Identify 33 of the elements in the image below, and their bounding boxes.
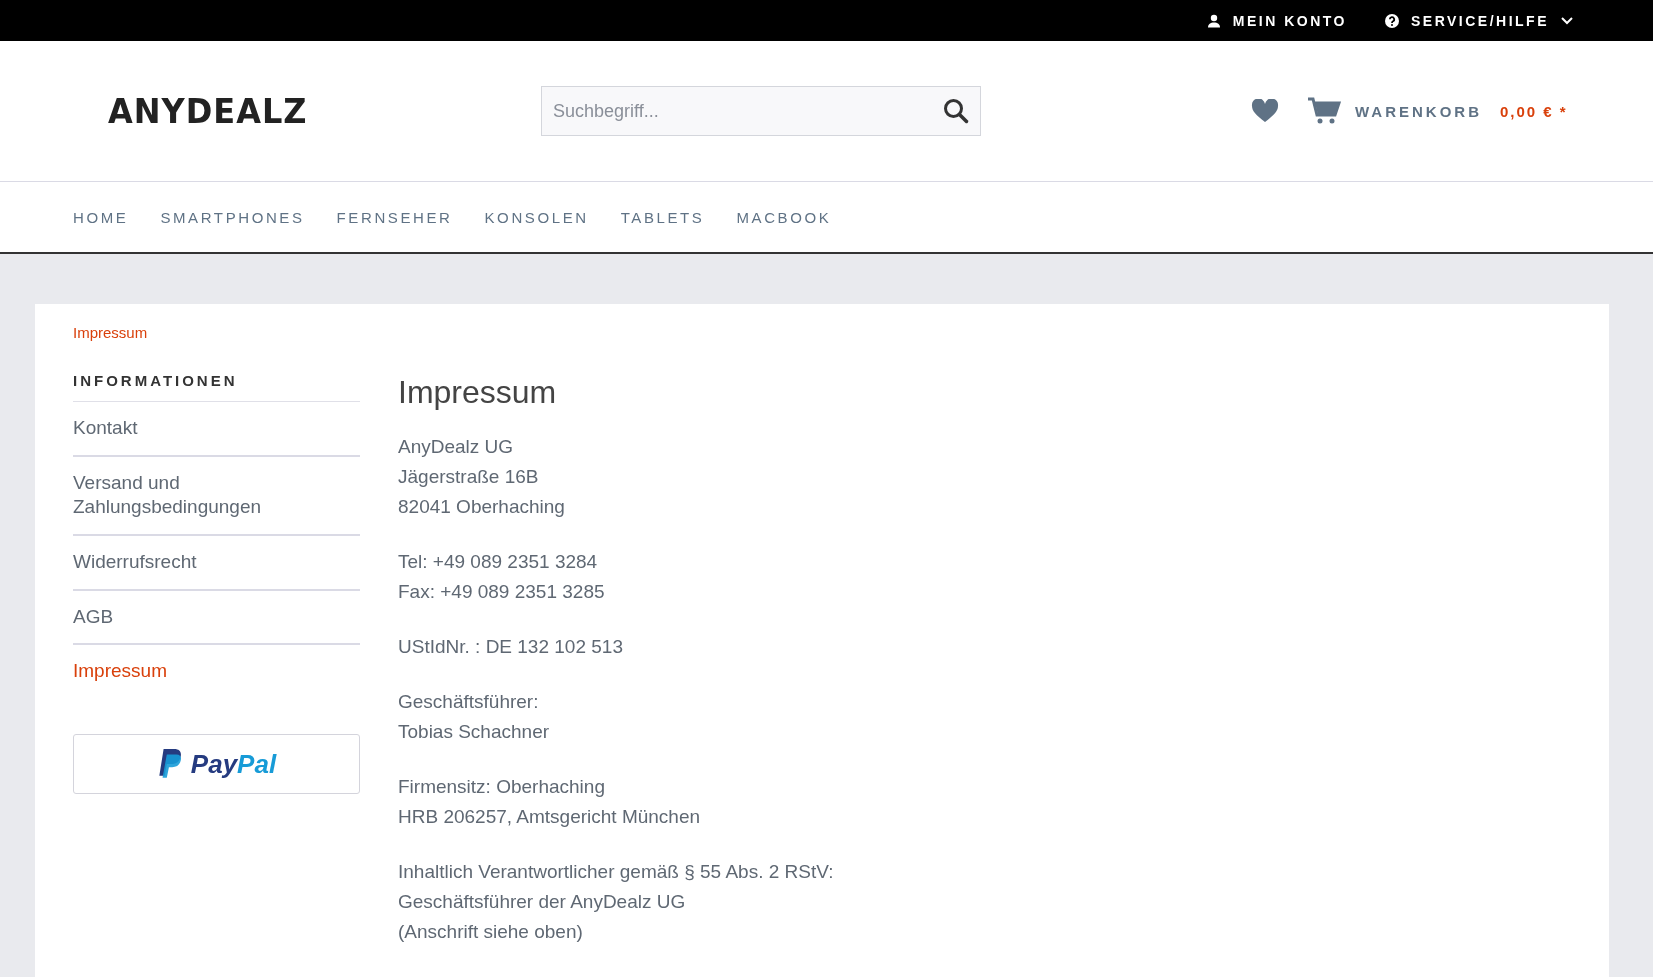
cart-link[interactable]: WARENKORB [1307, 97, 1482, 125]
service-menu[interactable]: SERVICE/HILFE [1384, 12, 1573, 29]
address-paragraph: UStIdNr. : DE 132 102 513 [398, 634, 624, 659]
nav-link[interactable]: SMARTPHONES [160, 208, 305, 226]
nav-link[interactable]: KONSOLEN [484, 208, 589, 226]
search-field[interactable]: Suchbegriff... [541, 86, 981, 136]
breadcrumb-link[interactable]: Impressum [73, 324, 148, 341]
address-paragraph: Firmensitz: Oberhaching HRB 206257, Amtsgericht München [398, 774, 702, 829]
address-paragraph: Inhaltlich Verantwortlicher gemäß § 55 Abs. 2 RStV: Geschäftsführer der AnyDealz UG (Anschrift siehe oben) [398, 859, 835, 944]
page-title: Impressum [398, 373, 558, 412]
sidebar-link[interactable]: Impressum [73, 645, 360, 699]
sidebar-link[interactable]: AGB [73, 590, 360, 646]
nav-link[interactable]: TABLETS [620, 208, 705, 226]
sidebar-link[interactable]: Widerrufsrecht [73, 536, 360, 591]
heart-icon[interactable] [1251, 99, 1279, 123]
account-link[interactable]: MEIN KONTO [1206, 12, 1347, 29]
address-paragraph: Tel: +49 089 2351 3284 Fax: +49 089 2351 3285 [398, 549, 606, 604]
user-icon [1206, 13, 1221, 28]
chevron-down-icon [1561, 16, 1573, 25]
nav-link[interactable]: FERNSEHER [336, 208, 453, 226]
help-icon [1384, 13, 1399, 28]
search-icon[interactable] [943, 98, 969, 124]
sidebar-title: INFORMATIONEN [73, 372, 360, 402]
nav-link[interactable]: MACBOOK [736, 208, 832, 226]
sidebar-link[interactable]: Kontakt [73, 402, 360, 457]
logo[interactable]: ANYDEALZ [108, 91, 541, 131]
paypal-logo: PayPal [73, 734, 360, 795]
nav-link[interactable]: HOME [73, 208, 129, 226]
address-paragraph: Geschäftsführer: Tobias Schachner [398, 689, 551, 744]
cart-total: 0,00 € * [1500, 102, 1568, 120]
address-paragraph: AnyDealz UG Jägerstraße 16B 82041 Oberhaching [398, 434, 566, 519]
sidebar-link[interactable]: Versand und Zahlungsbedingungen [73, 456, 360, 537]
cart-icon [1307, 97, 1341, 125]
